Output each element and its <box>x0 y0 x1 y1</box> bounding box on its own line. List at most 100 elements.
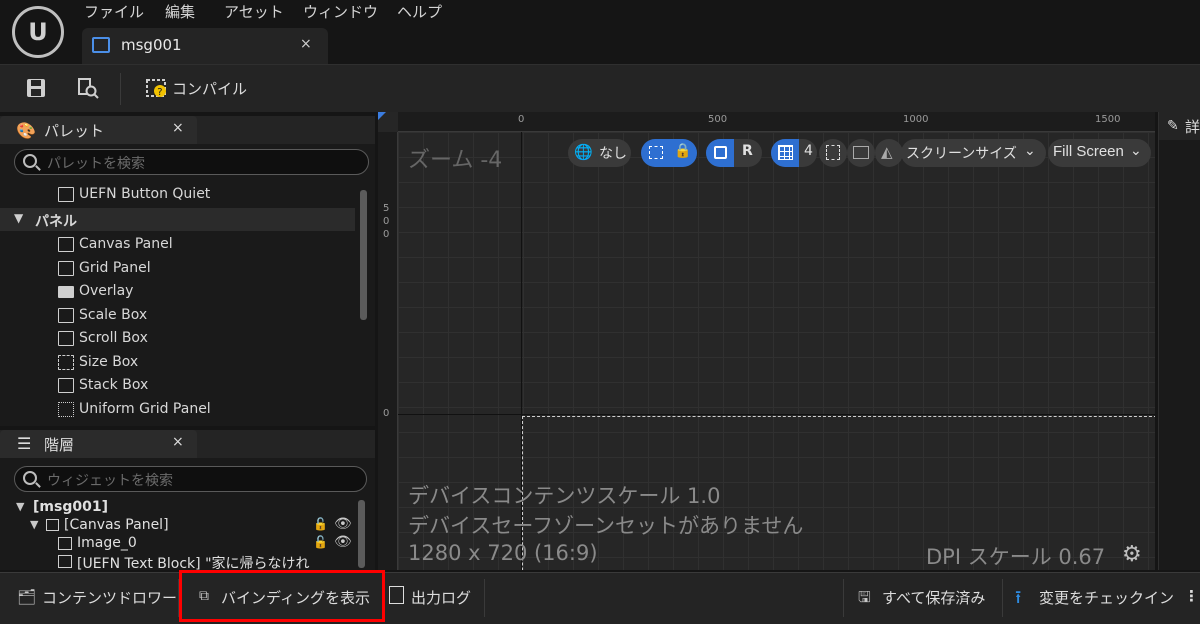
grid-panel-icon <box>58 261 74 276</box>
compile-warning-icon[interactable]: ? <box>144 75 170 101</box>
ruler-tick-label: 0 <box>383 216 390 227</box>
screen-size-label: スクリーンサイズ <box>906 146 1017 162</box>
palette-panel: パレットを検索 UEFN Button Quiet ▼ パネル Canvas P… <box>0 144 375 426</box>
fill-screen-label: Fill Screen <box>1053 143 1124 160</box>
more-options-icon[interactable]: ⋮ <box>1184 587 1199 605</box>
hierarchy-panel: ウィジェットを検索 ▼ [msg001] ▼ [Canvas Panel] 🔓 … <box>0 458 375 570</box>
palette-item[interactable]: Overlay <box>0 280 355 303</box>
toolbar-divider <box>120 73 121 105</box>
uniform-grid-icon <box>58 402 74 417</box>
output-log-button[interactable]: 出力ログ <box>411 587 471 608</box>
respect-locks-toggle[interactable]: 🔒 <box>641 139 697 167</box>
image-icon <box>853 146 869 159</box>
save-all-icon: 🖫 <box>858 588 871 606</box>
palette-item[interactable]: Size Box <box>0 351 355 374</box>
palette-item[interactable]: Stack Box <box>0 374 355 397</box>
bottom-divider <box>484 579 485 617</box>
palette-item-label: Overlay <box>79 283 134 299</box>
close-icon[interactable]: × <box>172 120 184 136</box>
menu-help[interactable]: ヘルプ <box>397 1 442 22</box>
pivot-toggle[interactable]: R <box>706 139 762 167</box>
pivot-shape-icon <box>714 146 727 159</box>
hierarchy-row[interactable]: ▼ [Canvas Panel] 🔓 👁 <box>0 516 355 535</box>
widget-search-placeholder: ウィジェットを検索 <box>47 473 173 489</box>
menu-file[interactable]: ファイル <box>84 1 144 22</box>
document-tab[interactable]: msg001 × <box>82 28 328 64</box>
palette-item-label: Scroll Box <box>79 330 148 346</box>
designer-viewport[interactable]: 0 500 1000 1500 5 0 0 0 ズーム -4 🌐 なし 🔒 R … <box>378 112 1155 570</box>
ruler-left: 5 0 0 0 <box>378 132 398 570</box>
eye-icon[interactable]: 👁 <box>334 534 352 550</box>
mirror-icon: ◭ <box>881 143 893 161</box>
browse-asset-icon[interactable] <box>75 75 101 101</box>
palette-item-label: UEFN Button Quiet <box>79 186 211 202</box>
chevron-down-icon: ⌄ <box>1130 143 1142 159</box>
ruler-tick-label: 5 <box>383 203 390 214</box>
palette-item[interactable]: Uniform Grid Panel <box>0 398 355 421</box>
compile-button[interactable]: コンパイル <box>172 78 247 99</box>
scale-box-icon <box>58 308 74 323</box>
lock-icon[interactable]: 🔓 <box>313 535 328 549</box>
lock-icon[interactable]: 🔓 <box>313 517 328 531</box>
hierarchy-row[interactable]: [UEFN Text Block] "家に帰らなけれ <box>0 553 355 570</box>
palette-item-label: Grid Panel <box>79 260 151 276</box>
localization-preview-button[interactable]: 🌐 なし <box>568 139 631 167</box>
palette-icon: 🎨 <box>16 121 36 140</box>
grid-snap-toggle[interactable]: 4 <box>771 139 817 167</box>
save-all-button[interactable]: すべて保存済み <box>882 587 985 608</box>
widget-search-input[interactable]: ウィジェットを検索 <box>14 466 367 492</box>
axis-horizontal <box>398 414 1155 415</box>
palette-search-input[interactable]: パレットを検索 <box>14 149 369 175</box>
outline-toggle[interactable] <box>819 139 847 167</box>
screen-size-dropdown[interactable]: スクリーンサイズ ⌄ <box>901 139 1046 167</box>
save-icon[interactable] <box>23 75 49 101</box>
hierarchy-scrollbar[interactable] <box>358 500 365 568</box>
lock-icon: 🔒 <box>674 143 692 159</box>
palette-tab[interactable]: 🎨 パレット × <box>0 116 197 144</box>
preview-image-toggle[interactable] <box>847 139 875 167</box>
bottom-divider <box>1002 579 1003 617</box>
resolution-text: 1280 x 720 (16:9) <box>408 541 598 565</box>
palette-item[interactable]: Scroll Box <box>0 327 355 350</box>
palette-item-label: Canvas Panel <box>79 236 173 252</box>
palette-item[interactable]: Canvas Panel <box>0 233 355 256</box>
globe-icon: 🌐 <box>574 143 593 161</box>
hierarchy-tab[interactable]: ☰ 階層 × <box>0 430 197 458</box>
check-in-button[interactable]: 変更をチェックイン <box>1039 587 1174 608</box>
scroll-box-icon <box>58 331 74 346</box>
hierarchy-row[interactable]: Image_0 🔓 👁 <box>0 534 355 553</box>
palette-item[interactable]: Grid Panel <box>0 257 355 280</box>
bottom-divider <box>843 579 844 617</box>
gear-icon[interactable]: ⚙ <box>1122 542 1142 567</box>
fill-screen-dropdown[interactable]: Fill Screen ⌄ <box>1048 139 1151 167</box>
palette-item[interactable]: UEFN Button Quiet <box>0 183 355 206</box>
zoom-label: ズーム -4 <box>408 148 503 173</box>
hierarchy-icon: ☰ <box>17 434 32 453</box>
palette-scrollbar[interactable] <box>360 190 367 320</box>
canvas-panel-icon <box>58 237 74 252</box>
ruler-tick-label: 0 <box>383 229 390 240</box>
unreal-logo-icon[interactable]: U <box>12 6 64 58</box>
palette-item[interactable]: Scale Box <box>0 304 355 327</box>
text-block-icon <box>58 555 72 568</box>
flip-toggle[interactable]: ◭ <box>875 139 903 167</box>
menu-asset[interactable]: アセット <box>224 1 284 22</box>
close-icon[interactable]: × <box>172 434 184 450</box>
close-icon[interactable]: × <box>300 36 312 52</box>
menu-window[interactable]: ウィンドウ <box>303 1 378 22</box>
search-icon <box>23 154 37 168</box>
cursor-icon <box>826 145 840 160</box>
ruler-tick-label: 500 <box>708 114 728 125</box>
content-drawer-button[interactable]: コンテンツドロワー <box>42 587 177 608</box>
palette-item-label: Uniform Grid Panel <box>79 401 211 417</box>
hierarchy-row[interactable]: ▼ [msg001] <box>0 499 355 517</box>
device-content-scale-text: デバイスコンテンツスケール 1.0 <box>408 484 721 508</box>
size-box-icon <box>58 355 74 370</box>
eye-icon[interactable]: 👁 <box>334 516 352 532</box>
chevron-down-icon: ▼ <box>14 211 24 225</box>
palette-category[interactable]: ▼ パネル <box>0 208 355 231</box>
ruler-tick-label: 1000 <box>903 114 929 125</box>
menu-edit[interactable]: 編集 <box>165 1 195 22</box>
details-tab[interactable]: ✎ 詳 <box>1159 112 1200 140</box>
details-title: 詳 <box>1185 118 1200 136</box>
